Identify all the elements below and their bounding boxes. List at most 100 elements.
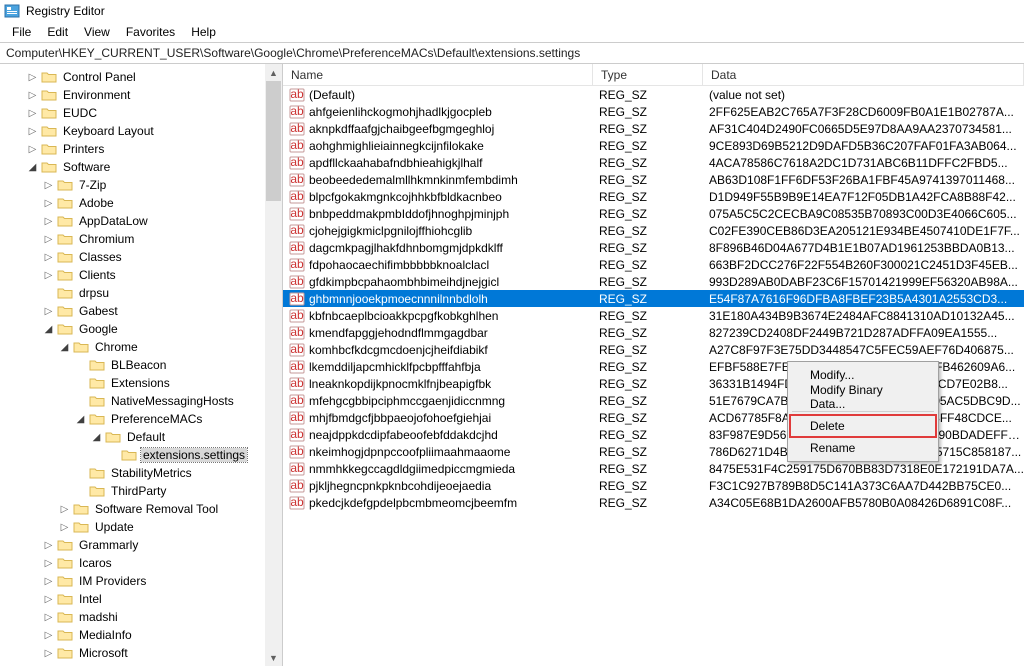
svg-text:ab: ab	[290, 360, 304, 373]
menu-edit[interactable]: Edit	[39, 23, 76, 41]
menu-favorites[interactable]: Favorites	[118, 23, 183, 41]
values-pane: Name Type Data ab(Default)REG_SZ(value n…	[283, 64, 1024, 666]
value-row[interactable]: abghbmnnjooekpmoecnnnilnnbdlolhREG_SZE54…	[283, 290, 1024, 307]
menu-view[interactable]: View	[76, 23, 118, 41]
tree-item[interactable]: ▷Update	[4, 518, 282, 536]
tree-item[interactable]: drpsu	[4, 284, 282, 302]
tree-item[interactable]: ▷Software Removal Tool	[4, 500, 282, 518]
chevron-right-icon[interactable]: ▷	[58, 504, 71, 515]
svg-text:ab: ab	[290, 207, 304, 220]
tree-item[interactable]: extensions.settings	[4, 446, 282, 464]
chevron-right-icon[interactable]: ▷	[26, 144, 39, 155]
tree-item[interactable]: ▷Control Panel	[4, 68, 282, 86]
chevron-right-icon[interactable]: ▷	[26, 126, 39, 137]
chevron-right-icon[interactable]: ▷	[58, 522, 71, 533]
tree-item[interactable]: NativeMessagingHosts	[4, 392, 282, 410]
tree-item[interactable]: ThirdParty	[4, 482, 282, 500]
tree-item[interactable]: ▷MediaInfo	[4, 626, 282, 644]
tree-item[interactable]: Extensions	[4, 374, 282, 392]
tree-item[interactable]: ▷Chromium	[4, 230, 282, 248]
chevron-right-icon[interactable]: ▷	[42, 234, 55, 245]
value-row[interactable]: abfdpohaocaechifimbbbbbknoalclaclREG_SZ6…	[283, 256, 1024, 273]
value-row[interactable]: abkomhbcfkdcgmcdoenjcjheifdiabikfREG_SZA…	[283, 341, 1024, 358]
tree-item[interactable]: BLBeacon	[4, 356, 282, 374]
chevron-right-icon[interactable]: ▷	[42, 180, 55, 191]
menu-file[interactable]: File	[4, 23, 39, 41]
value-row[interactable]: abaknpkdffaafgjchaibgeefbgmgeghlojREG_SZ…	[283, 120, 1024, 137]
value-row[interactable]: abblpcfgokakmgnkcojhhkbfbldkacnbeoREG_SZ…	[283, 188, 1024, 205]
tree-item[interactable]: ▷Adobe	[4, 194, 282, 212]
tree-item[interactable]: ▷Gabest	[4, 302, 282, 320]
scroll-thumb[interactable]	[266, 81, 281, 201]
chevron-right-icon[interactable]: ▷	[42, 270, 55, 281]
chevron-right-icon[interactable]: ▷	[42, 558, 55, 569]
tree-item[interactable]: ▷Printers	[4, 140, 282, 158]
value-row[interactable]: abdagcmkpagjlhakfdhnbomgmjdpkdklffREG_SZ…	[283, 239, 1024, 256]
value-row[interactable]: abbnbpeddmakpmbIddofjhnoghpjminjphREG_SZ…	[283, 205, 1024, 222]
chevron-right-icon[interactable]: ▷	[26, 108, 39, 119]
tree-scrollbar[interactable]: ▲ ▼	[265, 64, 282, 666]
tree-item[interactable]: ▷Classes	[4, 248, 282, 266]
tree-item[interactable]: ▷Clients	[4, 266, 282, 284]
chevron-right-icon[interactable]: ▷	[26, 72, 39, 83]
value-row[interactable]: abkbfnbcaeplbcioakkpcpgfkobkghlhenREG_SZ…	[283, 307, 1024, 324]
tree-item[interactable]: ▷Intel	[4, 590, 282, 608]
chevron-right-icon[interactable]: ▷	[42, 648, 55, 659]
tree-item[interactable]: ▷MozillaPlugins	[4, 662, 282, 666]
tree-item[interactable]: StabilityMetrics	[4, 464, 282, 482]
ctx-rename[interactable]: Rename	[790, 437, 936, 459]
value-row[interactable]: abapdfllckaahabafndbhieahigkjlhalfREG_SZ…	[283, 154, 1024, 171]
tree-item[interactable]: ▷Grammarly	[4, 536, 282, 554]
chevron-right-icon[interactable]: ▷	[42, 540, 55, 551]
tree-item[interactable]: ◢Software	[4, 158, 282, 176]
menu-help[interactable]: Help	[183, 23, 224, 41]
tree-item[interactable]: ▷Microsoft	[4, 644, 282, 662]
value-row[interactable]: abaohghmighlieiainnegkcijnfilokakeREG_SZ…	[283, 137, 1024, 154]
value-row[interactable]: abbeobeededemalmllhkmnkinmfembdimhREG_SZ…	[283, 171, 1024, 188]
chevron-down-icon[interactable]: ◢	[74, 414, 87, 425]
tree-item[interactable]: ▷AppDataLow	[4, 212, 282, 230]
chevron-right-icon[interactable]: ▷	[42, 594, 55, 605]
value-row[interactable]: abkmendfapggjehodndflmmgagdbarREG_SZ8272…	[283, 324, 1024, 341]
value-row[interactable]: abnmmhkkegccagdldgiimedpiccmgmiedaREG_SZ…	[283, 460, 1024, 477]
tree-item[interactable]: ▷7-Zip	[4, 176, 282, 194]
scroll-up-icon[interactable]: ▲	[265, 64, 282, 81]
chevron-down-icon[interactable]: ◢	[58, 342, 71, 353]
svg-text:ab: ab	[290, 496, 304, 509]
chevron-right-icon[interactable]: ▷	[42, 576, 55, 587]
tree-item[interactable]: ▷Environment	[4, 86, 282, 104]
tree-item[interactable]: ◢ Default	[4, 428, 282, 446]
scroll-down-icon[interactable]: ▼	[265, 649, 282, 666]
chevron-down-icon[interactable]: ◢	[90, 432, 103, 443]
tree-item[interactable]: ▷EUDC	[4, 104, 282, 122]
chevron-right-icon[interactable]: ▷	[42, 612, 55, 623]
chevron-right-icon[interactable]: ▷	[42, 198, 55, 209]
tree-item[interactable]: ▷Icaros	[4, 554, 282, 572]
ctx-delete[interactable]: Delete	[790, 415, 936, 437]
tree-item[interactable]: ◢Chrome	[4, 338, 282, 356]
chevron-down-icon[interactable]: ◢	[42, 324, 55, 335]
chevron-right-icon[interactable]: ▷	[42, 252, 55, 263]
tree-item[interactable]: ▷IM Providers	[4, 572, 282, 590]
value-row[interactable]: abcjohejgigkmiclpgnilojffhiohcglibREG_SZ…	[283, 222, 1024, 239]
value-row[interactable]: abahfgeienlihckogmohjhadlkjgocplebREG_SZ…	[283, 103, 1024, 120]
tree-item[interactable]: ◢PreferenceMACs	[4, 410, 282, 428]
chevron-right-icon[interactable]: ▷	[42, 306, 55, 317]
tree-item[interactable]: ▷madshi	[4, 608, 282, 626]
tree-item[interactable]: ▷Keyboard Layout	[4, 122, 282, 140]
column-type[interactable]: Type	[593, 64, 703, 85]
tree-item[interactable]: ◢Google	[4, 320, 282, 338]
chevron-right-icon[interactable]: ▷	[42, 630, 55, 641]
value-row[interactable]: abpjkljhegncpnkpknbcohdijeoejaediaREG_SZ…	[283, 477, 1024, 494]
value-row[interactable]: abpkedcjkdefgpdelpbcmbmeomcjbeemfmREG_SZ…	[283, 494, 1024, 511]
column-name[interactable]: Name	[283, 64, 593, 85]
chevron-right-icon[interactable]: ▷	[42, 216, 55, 227]
address-bar[interactable]: Computer\HKEY_CURRENT_USER\Software\Goog…	[0, 42, 1024, 64]
tree-item-label: Default	[125, 430, 167, 444]
column-data[interactable]: Data	[703, 64, 1024, 85]
chevron-right-icon[interactable]: ▷	[26, 90, 39, 101]
value-row[interactable]: abgfdkimpbcpahaombhbimeihdjnejgiclREG_SZ…	[283, 273, 1024, 290]
chevron-down-icon[interactable]: ◢	[26, 162, 39, 173]
ctx-modify-binary[interactable]: Modify Binary Data...	[790, 386, 936, 408]
value-row[interactable]: ab(Default)REG_SZ(value not set)	[283, 86, 1024, 103]
